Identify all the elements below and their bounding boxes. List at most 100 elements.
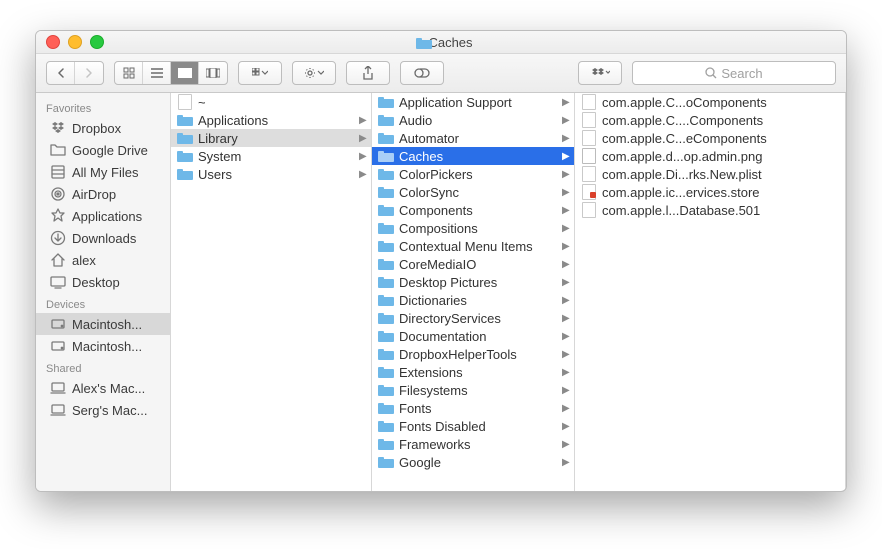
file-label: Automator [399, 131, 557, 146]
file-row[interactable]: com.apple.C...oComponents [575, 93, 845, 111]
file-icon [581, 131, 597, 145]
column-3[interactable]: com.apple.C...oComponents com.apple.C....… [575, 93, 846, 491]
file-label: Desktop Pictures [399, 275, 557, 290]
file-row[interactable]: Users▶ [171, 165, 371, 183]
forward-button[interactable] [75, 62, 103, 84]
file-label: Audio [399, 113, 557, 128]
folder-icon [378, 113, 394, 127]
sidebar-item[interactable]: Downloads [36, 227, 170, 249]
arrange-button[interactable] [238, 61, 282, 85]
file-label: com.apple.d...op.admin.png [602, 149, 841, 164]
file-row[interactable]: Documentation▶ [372, 327, 574, 345]
file-row[interactable]: ColorPickers▶ [372, 165, 574, 183]
file-row[interactable]: Audio ▶ [372, 111, 574, 129]
file-label: Contextual Menu Items [399, 239, 557, 254]
arrow-icon: ▶ [562, 277, 570, 288]
file-row[interactable]: com.apple.C...eComponents [575, 129, 845, 147]
file-row[interactable]: DirectoryServices▶ [372, 309, 574, 327]
file-row[interactable]: com.apple.l...Database.501 [575, 201, 845, 219]
list-view-button[interactable] [143, 62, 171, 84]
file-label: ~ [198, 95, 367, 110]
file-row[interactable]: Caches▶ [372, 147, 574, 165]
sidebar-item[interactable]: Dropbox [36, 117, 170, 139]
sidebar-item[interactable]: Macintosh... [36, 335, 170, 357]
sidebar-item-label: Macintosh... [72, 317, 142, 332]
back-button[interactable] [47, 62, 75, 84]
folder-icon [378, 221, 394, 235]
column-2[interactable]: Application Support▶Audio▶Automator▶Cach… [372, 93, 575, 491]
sidebar-item[interactable]: alex [36, 249, 170, 271]
sidebar-item[interactable]: Alex's Mac... [36, 377, 170, 399]
action-button[interactable] [292, 61, 336, 85]
sidebar-item-label: Desktop [72, 275, 120, 290]
folder-icon [177, 113, 193, 127]
sidebar-item-label: All My Files [72, 165, 138, 180]
file-label: System [198, 149, 354, 164]
folder-icon [378, 365, 394, 379]
file-row[interactable]: Frameworks▶ [372, 435, 574, 453]
dropbox-toolbar-button[interactable] [578, 61, 622, 85]
sidebar-header: Devices [36, 293, 170, 313]
file-row[interactable]: ColorSync▶ [372, 183, 574, 201]
file-row[interactable]: Components▶ [372, 201, 574, 219]
coverflow-view-button[interactable] [199, 62, 227, 84]
sidebar-item-label: Alex's Mac... [72, 381, 145, 396]
file-row[interactable]: Desktop Pictures ▶ [372, 273, 574, 291]
sidebar-item[interactable]: Applications [36, 205, 170, 227]
arrow-icon: ▶ [562, 151, 570, 162]
arrow-icon: ▶ [562, 349, 570, 360]
file-row[interactable]: System▶ [171, 147, 371, 165]
tags-button[interactable] [400, 61, 444, 85]
folder-icon [177, 167, 193, 181]
arrow-icon: ▶ [562, 115, 570, 126]
allfiles-icon [50, 164, 66, 180]
file-label: com.apple.C...oComponents [602, 95, 841, 110]
sidebar-item[interactable]: Desktop [36, 271, 170, 293]
file-row[interactable]: Fonts▶ [372, 399, 574, 417]
folder-icon [378, 275, 394, 289]
file-icon [581, 167, 597, 181]
sidebar-item[interactable]: All My Files [36, 161, 170, 183]
file-row[interactable]: Contextual Menu Items▶ [372, 237, 574, 255]
file-row[interactable]: com.apple.ic...ervices.store [575, 183, 845, 201]
column-1[interactable]: ~Applications▶Library▶System▶Users▶ [171, 93, 372, 491]
file-row[interactable]: Extensions▶ [372, 363, 574, 381]
folder-icon [378, 167, 394, 181]
file-row[interactable]: Compositions▶ [372, 219, 574, 237]
arrow-icon: ▶ [562, 421, 570, 432]
file-row[interactable]: com.apple.d...op.admin.png [575, 147, 845, 165]
search-field[interactable]: Search [632, 61, 836, 85]
file-row[interactable]: Automator▶ [372, 129, 574, 147]
file-label: com.apple.C....Components [602, 113, 841, 128]
icon-view-button[interactable] [115, 62, 143, 84]
img-icon [581, 149, 597, 163]
file-label: DirectoryServices [399, 311, 557, 326]
folder-icon [378, 131, 394, 145]
file-row[interactable]: com.apple.C....Components [575, 111, 845, 129]
folder-icon [378, 329, 394, 343]
file-row[interactable]: Library▶ [171, 129, 371, 147]
sidebar-item[interactable]: Serg's Mac... [36, 399, 170, 421]
file-row[interactable]: CoreMediaIO▶ [372, 255, 574, 273]
desktop-icon [50, 274, 66, 290]
folder-icon [378, 455, 394, 469]
sidebar-item[interactable]: Macintosh... [36, 313, 170, 335]
file-row[interactable]: Fonts Disabled▶ [372, 417, 574, 435]
file-row[interactable]: ~ [171, 93, 371, 111]
file-row[interactable]: Google▶ [372, 453, 574, 471]
folder-icon [50, 142, 66, 158]
file-label: Frameworks [399, 437, 557, 452]
file-row[interactable]: Dictionaries▶ [372, 291, 574, 309]
file-row[interactable]: Filesystems▶ [372, 381, 574, 399]
file-row[interactable]: DropboxHelperTools▶ [372, 345, 574, 363]
column-view-button[interactable] [171, 62, 199, 84]
file-label: Google [399, 455, 557, 470]
file-row[interactable]: com.apple.Di...rks.New.plist [575, 165, 845, 183]
folder-icon [378, 203, 394, 217]
sidebar-item[interactable]: AirDrop [36, 183, 170, 205]
file-row[interactable]: Application Support▶ [372, 93, 574, 111]
sidebar-item[interactable]: Google Drive [36, 139, 170, 161]
arrow-icon: ▶ [359, 115, 367, 126]
share-button[interactable] [346, 61, 390, 85]
file-row[interactable]: Applications▶ [171, 111, 371, 129]
